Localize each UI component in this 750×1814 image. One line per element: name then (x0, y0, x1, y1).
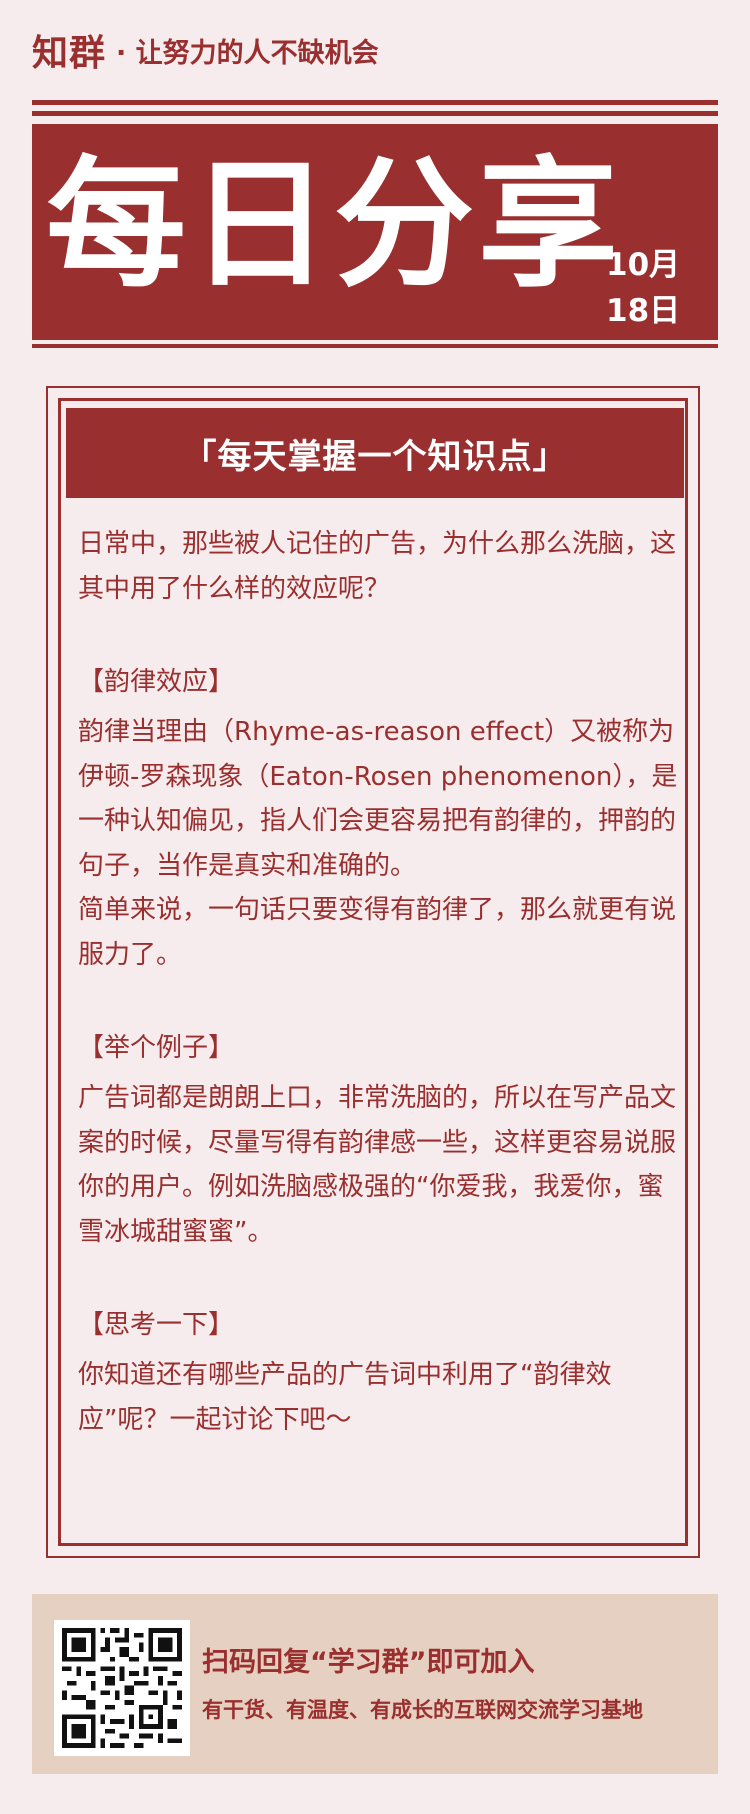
think-paragraph: 你知道还有哪些产品的广告词中利用了“韵律效应”呢？一起讨论下吧～ (78, 1360, 612, 1435)
section-heading-think: 【思考一下】 (78, 1309, 235, 1340)
brand-logo: 知群 (32, 33, 107, 74)
banner-date-day: 18日 (606, 293, 681, 329)
example-paragraph: 广告词都是朗朗上口，非常洗脑的，所以在写产品文案的时候，尽量写得有韵律感一些，这… (78, 1083, 677, 1247)
daily-share-banner: 每日分享 10月 18日 (32, 124, 718, 336)
banner-date-month: 10月 (606, 247, 681, 283)
footer-join-instruction: 扫码回复“学习群”即可加入 (202, 1647, 535, 1678)
topic-title: 「每天掌握一个知识点」 (182, 436, 568, 477)
qr-code-icon (62, 1628, 182, 1748)
bottom-rule-2 (32, 344, 718, 348)
header: 知群 · 让努力的人不缺机会 (32, 26, 379, 74)
section-heading-rhyme-effect: 【韵律效应】 (78, 666, 235, 697)
section-heading-example: 【举个例子】 (78, 1032, 235, 1063)
banner-title: 每日分享 (46, 144, 623, 307)
qr-code[interactable] (54, 1620, 190, 1756)
top-rule-1 (32, 100, 718, 105)
rhyme-effect-paragraph: 韵律当理由（Rhyme-as-reason effect）又被称为伊顿-罗森现象… (78, 717, 678, 881)
intro-paragraph: 日常中，那些被人记住的广告，为什么那么洗脑，这其中用了什么样的效应呢？ (78, 529, 677, 604)
footer-join-panel: 扫码回复“学习群”即可加入 有干货、有温度、有成长的互联网交流学习基地 (32, 1594, 718, 1774)
rhyme-effect-summary: 简单来说，一句话只要变得有韵律了，那么就更有说服力了。 (78, 895, 677, 970)
brand-slogan: · 让努力的人不缺机会 (116, 37, 379, 69)
bottom-rule-1 (32, 336, 718, 340)
top-rule-2 (32, 111, 718, 116)
article-body: 日常中，那些被人记住的广告，为什么那么洗脑，这其中用了什么样的效应呢？ 【韵律效… (78, 522, 678, 1442)
topic-title-bar: 「每天掌握一个知识点」 (66, 408, 684, 498)
banner-date: 10月 18日 (606, 242, 706, 334)
footer-tagline: 有干货、有温度、有成长的互联网交流学习基地 (202, 1698, 643, 1722)
